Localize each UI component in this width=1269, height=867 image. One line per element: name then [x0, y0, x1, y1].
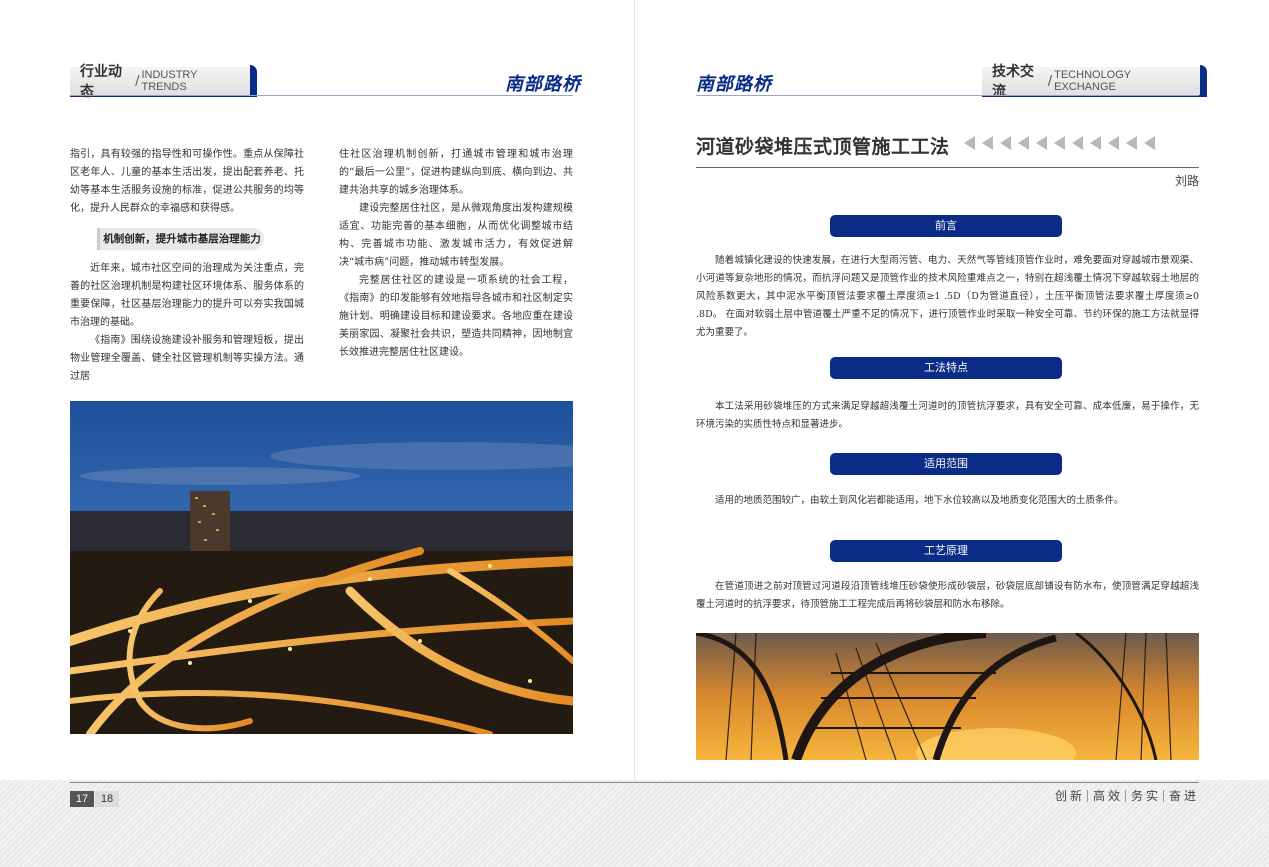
arrow-left-icon	[1000, 136, 1011, 150]
arrow-left-icon	[964, 136, 975, 150]
arrow-left-icon	[1090, 136, 1101, 150]
author-name: 刘路	[1174, 174, 1199, 188]
article-column-2: 住社区治理机制创新，打通城市管理和城市治理的“最后一公里”，促进构建纵向到底、横…	[339, 146, 573, 362]
section-text-preface: 随着城镇化建设的快速发展，在进行大型雨污管、电力、天然气等管线顶管作业时，难免要…	[696, 255, 1199, 338]
brand-logo: 南部路桥	[696, 74, 772, 95]
section-heading-scope: 适用范围	[830, 453, 1062, 475]
section-tab-en: TECHNOLOGY EXCHANGE	[1054, 69, 1131, 93]
paragraph: 完整居住社区的建设是一项系统的社会工程，《指南》的印发能够有效地指导各城市和社区…	[339, 275, 573, 358]
motto-word: 高效	[1092, 789, 1123, 803]
footer-rule	[70, 782, 1199, 783]
paragraph: 指引，具有较强的指导性和可操作性。重点从保障社区老年人、儿童的基本生活出发，提出…	[70, 149, 304, 214]
section-heading-preface: 前言	[830, 215, 1062, 237]
header-rule	[70, 95, 573, 96]
arrow-left-icon	[982, 136, 993, 150]
arrow-left-icon	[1072, 136, 1083, 150]
tab-corner-accent	[1200, 65, 1207, 97]
arrow-left-icon	[1036, 136, 1047, 150]
section-tab-industry-trends: 行业动态 / INDUSTRY TRENDS	[70, 64, 257, 100]
page-number-left: 17	[70, 791, 94, 807]
right-page: 南部路桥 技术交流 / TECHNOLOGY EXCHANGE 河道砂袋堆压式顶…	[635, 0, 1269, 780]
section-tab-en: INDUSTRY TRENDS	[141, 69, 198, 93]
bridge-sunset-photo	[696, 633, 1199, 760]
brand-logo: 南部路桥	[505, 74, 581, 95]
article-column-1: 指引，具有较强的指导性和可操作性。重点从保障社区老年人、儿童的基本生活出发，提出…	[70, 146, 304, 386]
arrow-left-icon	[1018, 136, 1029, 150]
decorative-arrows	[964, 136, 1155, 150]
tab-corner-accent	[250, 65, 257, 97]
motto-divider	[1086, 789, 1088, 802]
left-page: 行业动态 / INDUSTRY TRENDS 南部路桥 指引，具有较强的指导性和…	[0, 0, 634, 780]
header-rule	[696, 95, 1199, 96]
section-heading-principle: 工艺原理	[830, 540, 1062, 562]
motto-divider	[1124, 789, 1126, 802]
motto-word: 创新	[1054, 789, 1085, 803]
section-tab-technology-exchange: 技术交流 / TECHNOLOGY EXCHANGE	[982, 64, 1207, 100]
arrow-left-icon	[1054, 136, 1065, 150]
paragraph: 住社区治理机制创新，打通城市管理和城市治理的“最后一公里”，促进构建纵向到底、横…	[339, 149, 573, 196]
section-text-principle: 在管道顶进之前对顶管过河道段沿顶管线堆压砂袋使形成砂袋层，砂袋层底部铺设有防水布…	[696, 581, 1199, 610]
footer-motto: 创新 高效 务实 奋进	[1055, 787, 1199, 804]
section-text-features: 本工法采用砂袋堆压的方式来满足穿越超浅覆土河道时的顶管抗浮要求，具有安全可靠、成…	[696, 401, 1199, 430]
paragraph: 近年来，城市社区空间的治理成为关注重点，完善的社区治理机制是构建社区环境体系、服…	[70, 263, 304, 328]
page-number-right: 18	[95, 791, 119, 807]
article-title: 河道砂袋堆压式顶管施工工法	[696, 136, 950, 158]
subheading: 机制创新，提升城市基层治理能力	[100, 228, 264, 250]
paragraph: 建设完整居住社区，是从微观角度出发构建规模适宜、功能完善的基本细胞，从而优化调整…	[339, 203, 573, 268]
section-heading-features: 工法特点	[830, 357, 1062, 379]
city-interchange-night-photo	[70, 401, 573, 734]
arrow-left-icon	[1108, 136, 1119, 150]
section-tab-separator: /	[1047, 73, 1053, 89]
motto-divider	[1162, 789, 1164, 802]
arrow-left-icon	[1126, 136, 1137, 150]
section-tab-separator: /	[135, 73, 140, 89]
section-text-scope: 适用的地质范围较广，由软土到风化岩都能适用，地下水位较高以及地质变化范围大的土质…	[715, 495, 1124, 506]
motto-word: 奋进	[1168, 789, 1199, 803]
arrow-left-icon	[1144, 136, 1155, 150]
paragraph: 《指南》围绕设施建设补服务和管理短板，提出物业管理全覆盖、健全社区管理机制等实操…	[70, 335, 304, 382]
motto-word: 务实	[1130, 789, 1161, 803]
title-rule	[696, 167, 1199, 168]
